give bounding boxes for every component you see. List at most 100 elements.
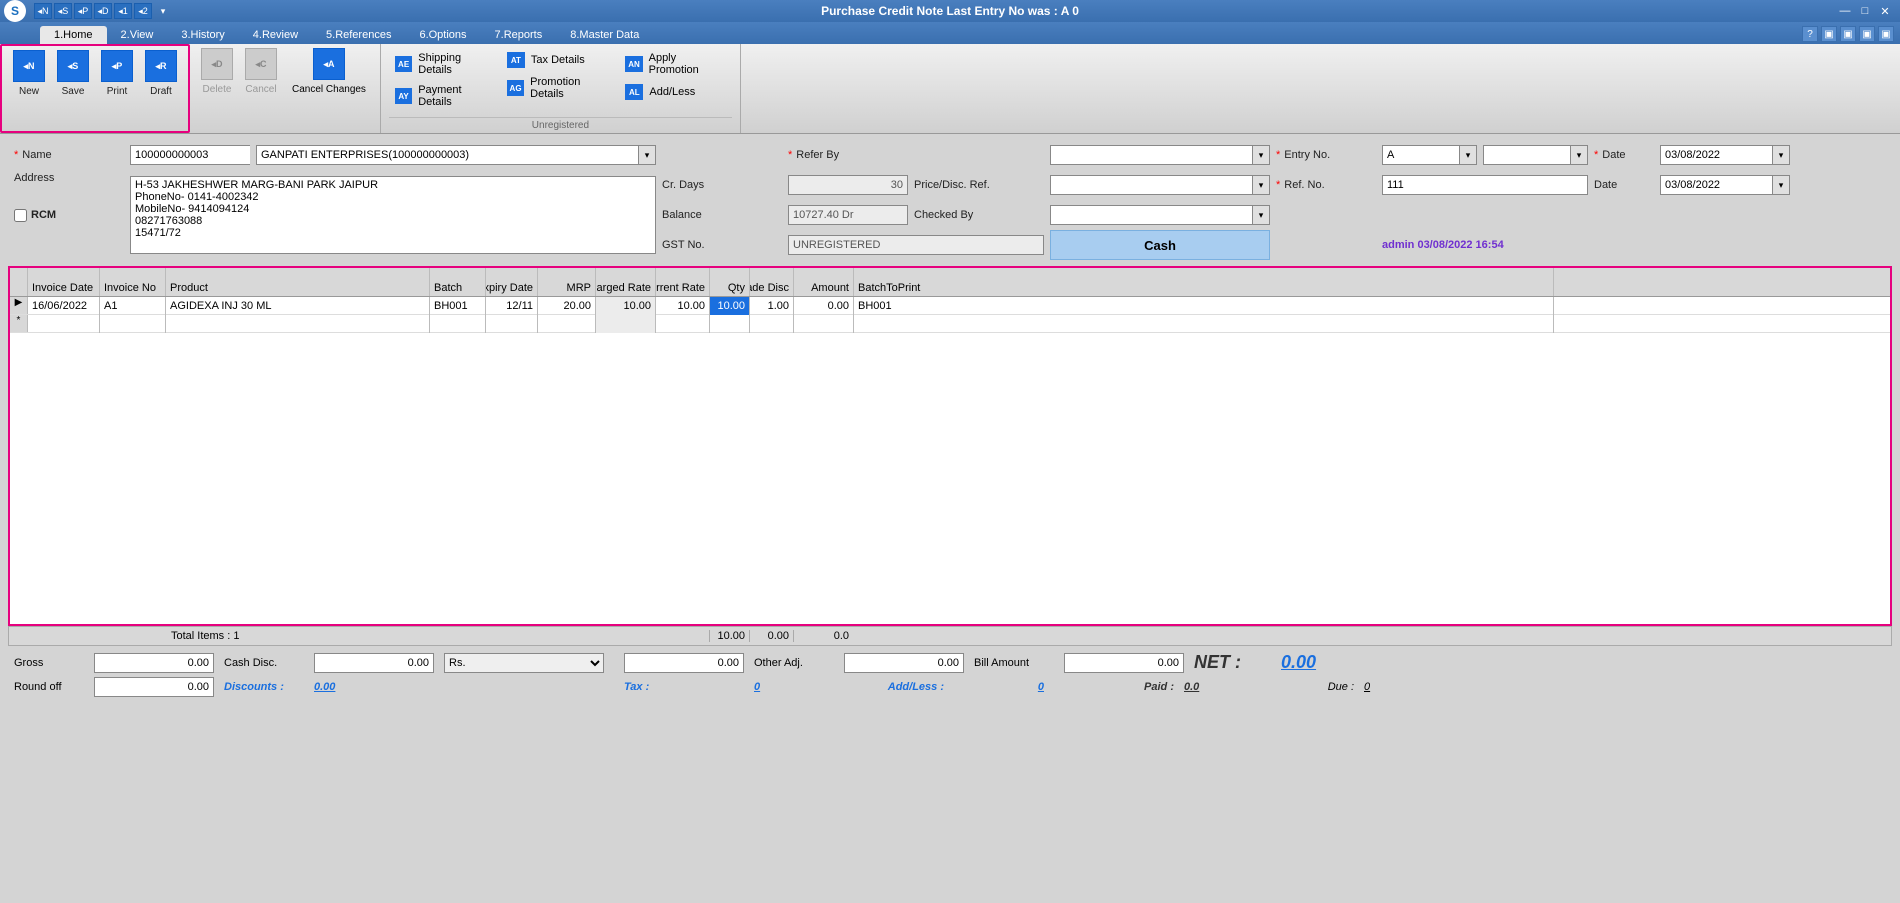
- qat-dropdown[interactable]: ▾: [154, 3, 172, 19]
- address-input[interactable]: H-53 JAKHESHWER MARG-BANI PARK JAIPUR Ph…: [130, 176, 656, 254]
- print-button[interactable]: ◂PPrint: [98, 50, 136, 97]
- cell-product[interactable]: AGIDEXA INJ 30 ML: [166, 297, 430, 315]
- cell-amount[interactable]: 0.00: [794, 297, 854, 315]
- referby-input[interactable]: [1050, 145, 1252, 165]
- tax-label[interactable]: Tax :: [624, 681, 744, 693]
- name-full-input[interactable]: [256, 145, 638, 165]
- cancel-changes-button[interactable]: ◂ACancel Changes: [286, 48, 372, 95]
- date1-dropdown[interactable]: ▾: [1772, 145, 1790, 165]
- col-product[interactable]: Product: [166, 268, 430, 296]
- col-current-rate[interactable]: Current Rate: [656, 268, 710, 296]
- tab-home[interactable]: 1.Home: [40, 26, 107, 44]
- shipping-details-link[interactable]: AEShipping Details: [395, 52, 495, 76]
- col-batch[interactable]: Batch: [430, 268, 486, 296]
- col-expiry-date[interactable]: Expiry Date: [486, 268, 538, 296]
- col-mrp[interactable]: MRP: [538, 268, 596, 296]
- close-button[interactable]: ✕: [1878, 5, 1892, 18]
- entry-series-dropdown[interactable]: ▾: [1459, 145, 1477, 165]
- draft-button[interactable]: ◂RDraft: [142, 50, 180, 97]
- date1-input[interactable]: [1660, 145, 1772, 165]
- otheradj-input[interactable]: [844, 653, 964, 673]
- tab-options[interactable]: 6.Options: [405, 26, 480, 44]
- cell-crate[interactable]: 10.00: [596, 297, 656, 315]
- payment-details-link[interactable]: AYPayment Details: [395, 84, 495, 108]
- new-button[interactable]: ◂NNew: [10, 50, 48, 97]
- refno-input[interactable]: [1382, 175, 1588, 195]
- pricedisc-input[interactable]: [1050, 175, 1252, 195]
- grid-row-new[interactable]: *: [10, 315, 1890, 333]
- col-qty[interactable]: Qty: [710, 268, 750, 296]
- addless-label[interactable]: Add/Less :: [824, 681, 944, 693]
- toolbar-icon-1[interactable]: ▣: [1821, 26, 1837, 42]
- cell-qty[interactable]: 10.00: [710, 297, 750, 315]
- tab-view[interactable]: 2.View: [107, 26, 168, 44]
- col-invoice-no[interactable]: Invoice No: [100, 268, 166, 296]
- grid-row[interactable]: ▶ 16/06/2022 A1 AGIDEXA INJ 30 ML BH001 …: [10, 297, 1890, 315]
- cash-button[interactable]: Cash: [1050, 230, 1270, 260]
- tab-reports[interactable]: 7.Reports: [481, 26, 557, 44]
- name-code-input[interactable]: [130, 145, 250, 165]
- tab-references[interactable]: 5.References: [312, 26, 405, 44]
- entry-series-input[interactable]: [1382, 145, 1459, 165]
- cell-tdisc[interactable]: 1.00: [750, 297, 794, 315]
- discounts-value[interactable]: 0.00: [314, 681, 434, 693]
- apply-promotion-link[interactable]: ANApply Promotion: [625, 52, 726, 76]
- cell-invdate[interactable]: 16/06/2022: [28, 297, 100, 315]
- col-batch-to-print[interactable]: BatchToPrint: [854, 268, 1554, 296]
- pricedisc-dropdown[interactable]: ▾: [1252, 175, 1270, 195]
- qat-btn-5[interactable]: ◂1: [114, 3, 132, 19]
- minimize-button[interactable]: —: [1838, 5, 1852, 18]
- qat-btn-4[interactable]: ◂D: [94, 3, 112, 19]
- cell-mrp[interactable]: 20.00: [538, 297, 596, 315]
- tax-value[interactable]: 0: [754, 681, 814, 693]
- toolbar-icon-3[interactable]: ▣: [1859, 26, 1875, 42]
- checkedby-combo[interactable]: ▾: [1050, 205, 1270, 225]
- cashdisc-unit-select[interactable]: Rs.: [444, 653, 604, 673]
- date2-input[interactable]: [1660, 175, 1772, 195]
- cell-expdate[interactable]: 12/11: [486, 297, 538, 315]
- toolbar-icon-2[interactable]: ▣: [1840, 26, 1856, 42]
- col-invoice-date[interactable]: Invoice Date: [28, 268, 100, 296]
- cell-rate[interactable]: 10.00: [656, 297, 710, 315]
- rcm-checkbox[interactable]: [14, 209, 27, 222]
- col-amount[interactable]: Amount: [794, 268, 854, 296]
- checkedby-dropdown[interactable]: ▾: [1252, 205, 1270, 225]
- toolbar-icon-4[interactable]: ▣: [1878, 26, 1894, 42]
- date1-combo[interactable]: ▾: [1660, 145, 1790, 165]
- tab-history[interactable]: 3.History: [167, 26, 238, 44]
- promotion-details-link[interactable]: AGPromotion Details: [507, 76, 613, 100]
- entryno-combo[interactable]: ▾: [1483, 145, 1588, 165]
- paid-value[interactable]: 0.0: [1184, 681, 1264, 693]
- pricedisc-combo[interactable]: ▾: [1050, 175, 1270, 195]
- cell-btp[interactable]: BH001: [854, 297, 1554, 315]
- name-code-combo[interactable]: [130, 145, 250, 165]
- help-icon[interactable]: ?: [1802, 26, 1818, 42]
- qat-btn-6[interactable]: ◂2: [134, 3, 152, 19]
- name-full-combo[interactable]: ▾: [256, 145, 656, 165]
- qat-btn-1[interactable]: ◂N: [34, 3, 52, 19]
- maximize-button[interactable]: □: [1858, 5, 1872, 18]
- referby-dropdown-button[interactable]: ▾: [1252, 145, 1270, 165]
- paid-label[interactable]: Paid :: [1054, 681, 1174, 693]
- tab-masterdata[interactable]: 8.Master Data: [556, 26, 653, 44]
- discounts-label[interactable]: Discounts :: [224, 681, 304, 693]
- entry-series-combo[interactable]: ▾: [1382, 145, 1477, 165]
- referby-combo[interactable]: ▾: [1050, 145, 1270, 165]
- tab-review[interactable]: 4.Review: [239, 26, 312, 44]
- qat-btn-3[interactable]: ◂P: [74, 3, 92, 19]
- entryno-dropdown[interactable]: ▾: [1570, 145, 1588, 165]
- col-charged-rate[interactable]: Charged Rate: [596, 268, 656, 296]
- checkedby-input[interactable]: [1050, 205, 1252, 225]
- save-button[interactable]: ◂SSave: [54, 50, 92, 97]
- date2-dropdown[interactable]: ▾: [1772, 175, 1790, 195]
- date2-combo[interactable]: ▾: [1660, 175, 1790, 195]
- cell-batch[interactable]: BH001: [430, 297, 486, 315]
- name-dropdown-button[interactable]: ▾: [638, 145, 656, 165]
- addless-link[interactable]: ALAdd/Less: [625, 84, 726, 100]
- cashdisc-input[interactable]: [314, 653, 434, 673]
- tax-details-link[interactable]: ATTax Details: [507, 52, 613, 68]
- cell-invno[interactable]: A1: [100, 297, 166, 315]
- qat-btn-2[interactable]: ◂S: [54, 3, 72, 19]
- col-trade-disc[interactable]: Trade Disc: [750, 268, 794, 296]
- entryno-input[interactable]: [1483, 145, 1570, 165]
